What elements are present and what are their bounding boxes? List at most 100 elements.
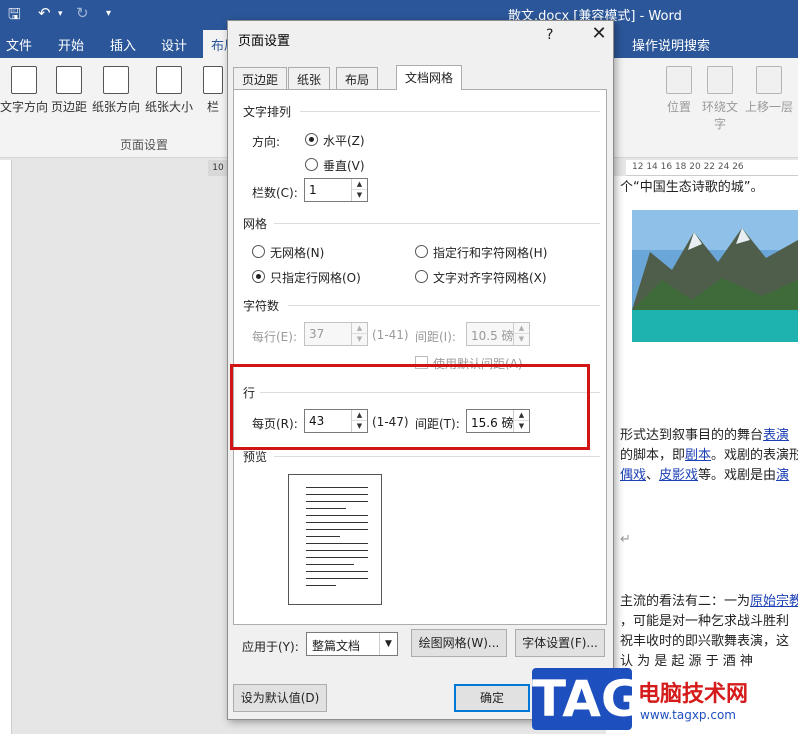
columns-spinner[interactable]: 1 ▲ ▼ (304, 178, 368, 202)
doc-line: ，可能是对一种乞求战斗胜利 (620, 614, 790, 629)
bring-forward-button: 上移一层 (744, 66, 794, 115)
tab-paper[interactable]: 纸张 (288, 67, 331, 89)
paper-size-icon (156, 66, 182, 94)
line-grid-only-radio[interactable] (252, 270, 265, 283)
preview-line (306, 508, 346, 509)
spin-up-icon: ▲ (351, 323, 367, 334)
ruler-marker: 10 (208, 160, 228, 176)
font-settings-button[interactable]: 字体设置(F)... (515, 629, 605, 657)
columns-icon (203, 66, 223, 94)
preview-line (306, 578, 368, 579)
wrap-text-button: 环绕文 字 (700, 66, 740, 132)
save-icon[interactable]: 🖫 (8, 4, 21, 29)
preview-header: 预览 (243, 450, 268, 464)
divider (300, 111, 600, 112)
doc-line: 主流的看法有二：一为原始宗教 (620, 594, 798, 609)
size-button[interactable]: 纸张大小 (143, 66, 195, 115)
landscape-photo[interactable] (632, 210, 798, 342)
tab-layout[interactable]: 布局 (336, 67, 379, 89)
doc-line: 个“中国生态诗歌的城”。 (620, 180, 764, 195)
margins-button[interactable]: 页边距 (50, 66, 88, 115)
divider (288, 305, 600, 306)
chars-per-line-label: 每行(E): (252, 330, 297, 344)
horizontal-ruler: 12 14 16 18 20 22 24 26 (626, 160, 798, 176)
tell-me-search[interactable]: 操作说明搜索 (632, 35, 710, 54)
line-char-grid-radio[interactable] (415, 245, 428, 258)
direction-label: 方向: (252, 135, 281, 149)
undo-icon[interactable]: ↶ (38, 4, 51, 22)
text-flow-header: 文字排列 (243, 105, 292, 119)
tab-document-grid[interactable]: 文档网格 (396, 65, 463, 90)
preview-line (306, 536, 340, 537)
chevron-down-icon[interactable]: ▼ (379, 633, 397, 655)
orientation-icon (103, 66, 129, 94)
char-pitch-spinner: 10.5 磅 ▲ ▼ (466, 322, 530, 346)
columns-button[interactable]: 栏 (202, 66, 224, 115)
dialog-title: 页面设置 (238, 34, 291, 49)
paragraph-mark: ↵ (620, 532, 631, 547)
set-as-default-button[interactable]: 设为默认值(D) (233, 684, 327, 712)
doc-line: 形式达到叙事目的的舞台表演 (620, 428, 790, 443)
preview-line (306, 571, 368, 572)
undo-dropdown-icon[interactable]: ▾ (58, 9, 63, 19)
direction-vertical-label[interactable]: 垂直(V) (323, 157, 365, 174)
tab-insert[interactable]: 插入 (110, 35, 136, 54)
doc-line: 祝丰收时的即兴歌舞表演，这 (620, 634, 790, 649)
columns-label: 栏数(C): (252, 186, 298, 200)
orientation-button[interactable]: 纸张方向 (90, 66, 142, 115)
preview-line (306, 529, 368, 530)
line-grid-only-label[interactable]: 只指定行网格(O) (270, 269, 361, 286)
characters-header: 字符数 (243, 299, 280, 313)
snap-to-chars-radio[interactable] (415, 270, 428, 283)
chars-range: (1-41) (372, 328, 409, 342)
page-setup-group-label: 页面设置 (120, 138, 169, 152)
document-grid-panel: 文字排列 方向: 水平(Z) 垂直(V) 栏数(C): 1 ▲ ▼ 网格 无网格… (233, 89, 607, 625)
spin-up-icon: ▲ (513, 323, 529, 334)
chars-per-line-spinner: 37 ▲ ▼ (304, 322, 368, 346)
snap-to-chars-label[interactable]: 文字对齐字符网格(X) (433, 269, 547, 286)
apply-to-label: 应用于(Y): (242, 640, 299, 654)
watermark-url: www.tagxp.com (640, 708, 736, 722)
help-icon[interactable]: ? (546, 27, 553, 43)
no-grid-radio[interactable] (252, 245, 265, 258)
no-grid-label[interactable]: 无网格(N) (270, 244, 324, 261)
line-char-grid-label[interactable]: 指定行和字符网格(H) (433, 244, 547, 261)
preview-page (288, 474, 382, 605)
wrap-text-icon (707, 66, 733, 94)
tab-design[interactable]: 设计 (161, 35, 187, 54)
vertical-ruler (0, 160, 12, 734)
preview-line (306, 501, 368, 502)
spin-down-icon[interactable]: ▼ (351, 190, 367, 201)
doc-line: 偶戏、皮影戏等。戏剧是由演 (620, 468, 790, 483)
preview-line (306, 557, 368, 558)
doc-line: 的脚本，即剧本。戏剧的表演形 (620, 448, 798, 463)
direction-vertical-radio[interactable] (305, 158, 318, 171)
close-icon[interactable]: ✕ (588, 23, 610, 44)
preview-line (306, 564, 354, 565)
draw-grid-button[interactable]: 绘图网格(W)... (411, 629, 507, 657)
highlight-box (230, 364, 590, 450)
doc-line: 认 为 是 起 源 于 酒 神 (620, 654, 753, 669)
preview-line (306, 487, 368, 488)
divider (274, 223, 600, 224)
tab-home[interactable]: 开始 (58, 35, 84, 54)
position-icon (666, 66, 692, 94)
grid-header: 网格 (243, 217, 268, 231)
position-button: 位置 (664, 66, 694, 115)
watermark-name: 电脑技术网 (638, 682, 749, 707)
preview-line (306, 550, 368, 551)
preview-line (306, 543, 368, 544)
text-direction-button[interactable]: 文字方向 (0, 66, 48, 115)
direction-horizontal-radio[interactable] (305, 133, 318, 146)
redo-icon: ↻ (76, 4, 89, 22)
apply-to-select[interactable]: 整篇文档 ▼ (306, 632, 398, 656)
spin-up-icon[interactable]: ▲ (351, 179, 367, 190)
customize-qat-icon[interactable]: ▾ (106, 8, 111, 19)
tab-margins[interactable]: 页边距 (233, 67, 288, 89)
watermark-logo: TAG (532, 668, 642, 730)
margins-icon (56, 66, 82, 94)
ok-button[interactable]: 确定 (454, 684, 530, 712)
direction-horizontal-label[interactable]: 水平(Z) (323, 132, 365, 149)
tab-file[interactable]: 文件 (6, 35, 32, 54)
char-pitch-label: 间距(I): (415, 330, 456, 344)
